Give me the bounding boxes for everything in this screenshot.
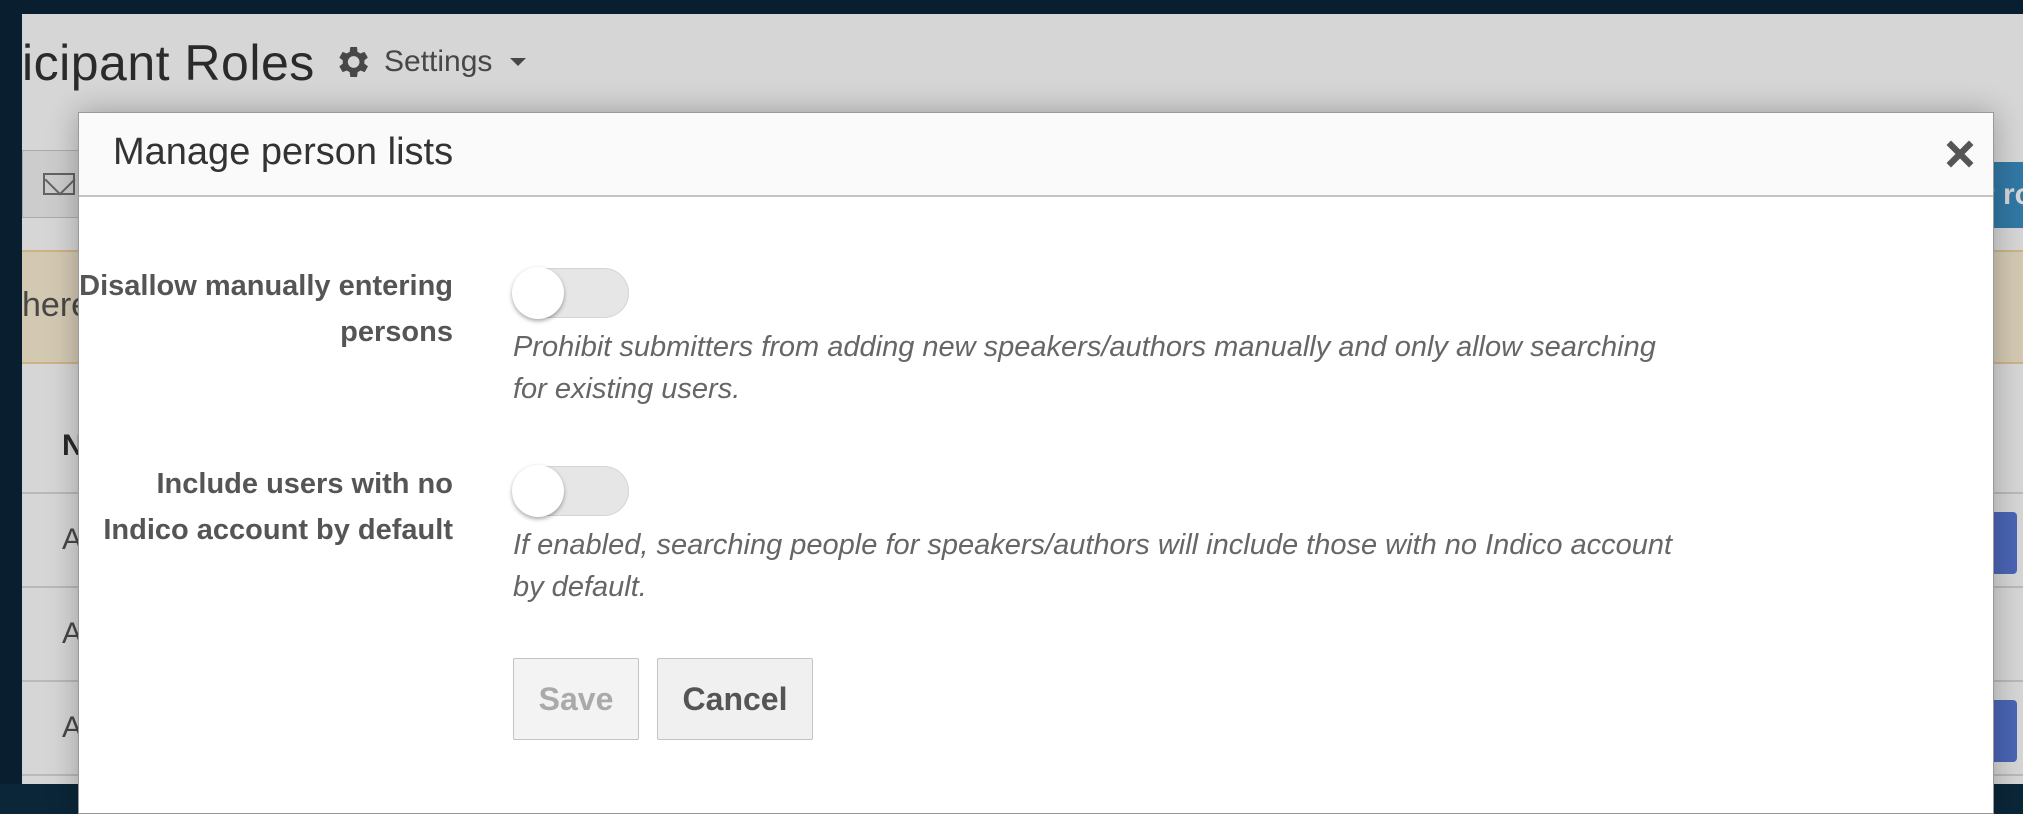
field-label: Disallow manually entering persons bbox=[79, 270, 453, 348]
disallow-manual-toggle[interactable] bbox=[512, 267, 629, 319]
toggle-knob bbox=[512, 465, 564, 517]
dialog-title: Manage person lists bbox=[113, 131, 454, 173]
field-label: Include users with no Indico account by … bbox=[103, 468, 453, 546]
toggle-knob bbox=[512, 267, 564, 319]
manage-person-lists-dialog: Manage person lists Disallow manually en… bbox=[78, 112, 1994, 814]
close-icon[interactable] bbox=[1945, 139, 1975, 169]
field-help: Prohibit submitters from adding new spea… bbox=[513, 331, 1656, 405]
include-users-toggle[interactable] bbox=[512, 465, 629, 517]
cancel-button[interactable]: Cancel bbox=[657, 658, 813, 740]
field-help: If enabled, searching people for speaker… bbox=[513, 529, 1673, 603]
save-button[interactable]: Save bbox=[513, 658, 639, 740]
dialog-header: Manage person lists bbox=[79, 113, 1993, 197]
